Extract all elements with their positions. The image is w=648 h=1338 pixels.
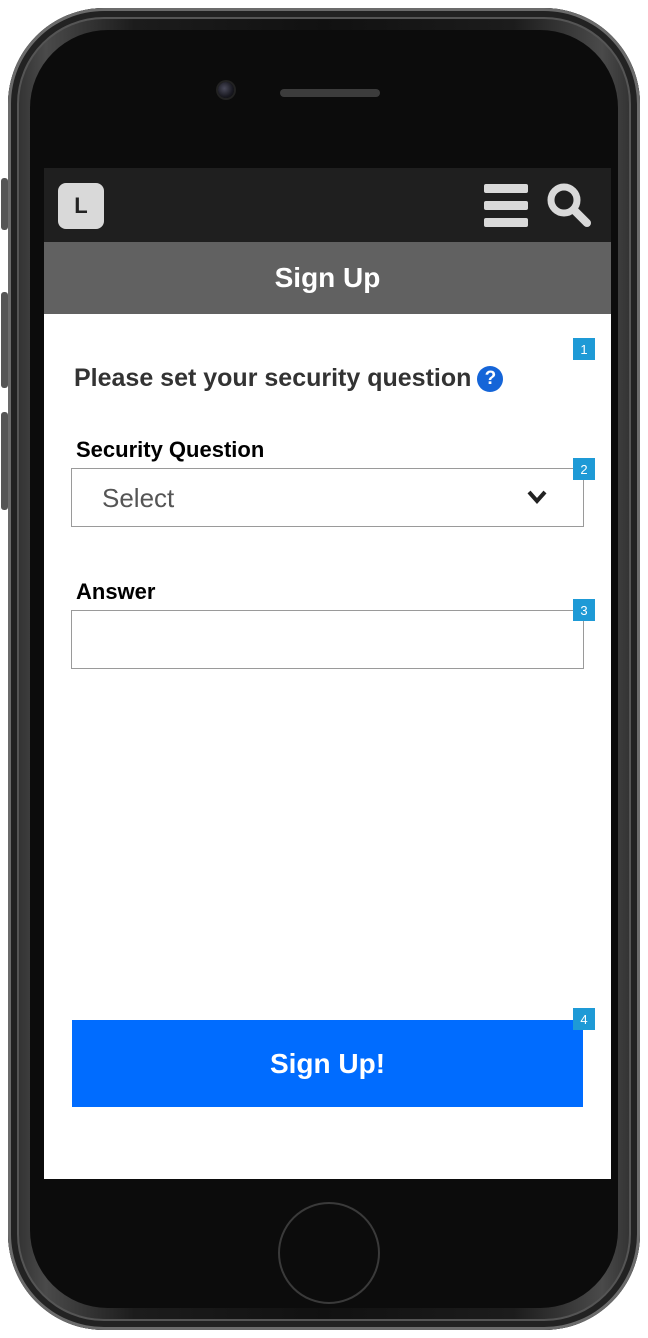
hamburger-menu-icon[interactable] (484, 182, 528, 228)
volume-down-button (1, 412, 8, 510)
sign-up-button[interactable]: Sign Up! (72, 1020, 583, 1107)
app-logo: L (58, 183, 104, 229)
home-button[interactable] (278, 1202, 380, 1304)
security-question-value: Select (102, 483, 175, 513)
volume-up-button (1, 292, 8, 388)
earpiece-speaker (280, 89, 380, 97)
front-camera (218, 82, 234, 98)
annotation-badge-1: 1 (573, 338, 595, 360)
help-icon[interactable]: ? (477, 365, 504, 392)
answer-input[interactable] (71, 610, 584, 669)
top-app-bar: L (44, 168, 611, 242)
security-question-label: Security Question (76, 437, 265, 462)
page-title: Sign Up (44, 242, 611, 314)
security-question-select[interactable]: Select (71, 468, 584, 527)
chevron-down-icon (527, 490, 547, 505)
security-prompt-text: Please set your security question (74, 364, 472, 392)
annotation-badge-3: 3 (573, 599, 595, 621)
security-prompt: Please set your security question ? (74, 364, 504, 393)
app-screen: L Sign Up 1 Please set your security que… (44, 168, 611, 1179)
annotation-badge-4: 4 (573, 1008, 595, 1030)
annotation-badge-2: 2 (573, 458, 595, 480)
answer-label: Answer (76, 579, 156, 604)
mute-switch (1, 178, 8, 230)
search-icon[interactable] (544, 180, 592, 228)
